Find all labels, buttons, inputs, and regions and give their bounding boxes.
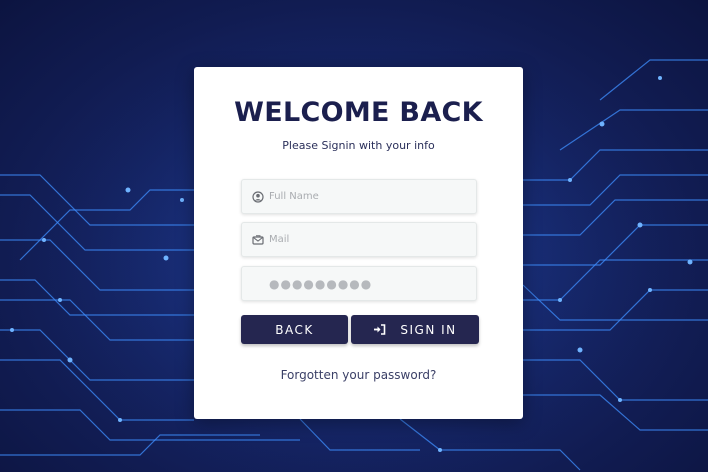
sign-in-icon xyxy=(374,324,386,335)
password-input[interactable] xyxy=(269,267,469,300)
forgot-password-link[interactable]: Forgotten your password? xyxy=(194,368,523,382)
login-card: WELCOME BACK Please Signin with your inf… xyxy=(194,67,523,419)
user-circle-icon xyxy=(252,191,264,203)
back-button[interactable]: BACK xyxy=(241,315,348,344)
mail-icon xyxy=(252,235,264,245)
page-title: WELCOME BACK xyxy=(234,97,483,128)
back-button-label: BACK xyxy=(275,322,314,337)
password-field xyxy=(241,266,477,301)
sign-in-button[interactable]: SIGN IN xyxy=(351,315,479,344)
full-name-field xyxy=(241,179,477,214)
mail-input[interactable] xyxy=(269,223,469,256)
mail-field xyxy=(241,222,477,257)
full-name-input[interactable] xyxy=(269,180,469,213)
subtitle: Please Signin with your info xyxy=(282,139,435,152)
sign-in-button-label: SIGN IN xyxy=(400,322,457,337)
